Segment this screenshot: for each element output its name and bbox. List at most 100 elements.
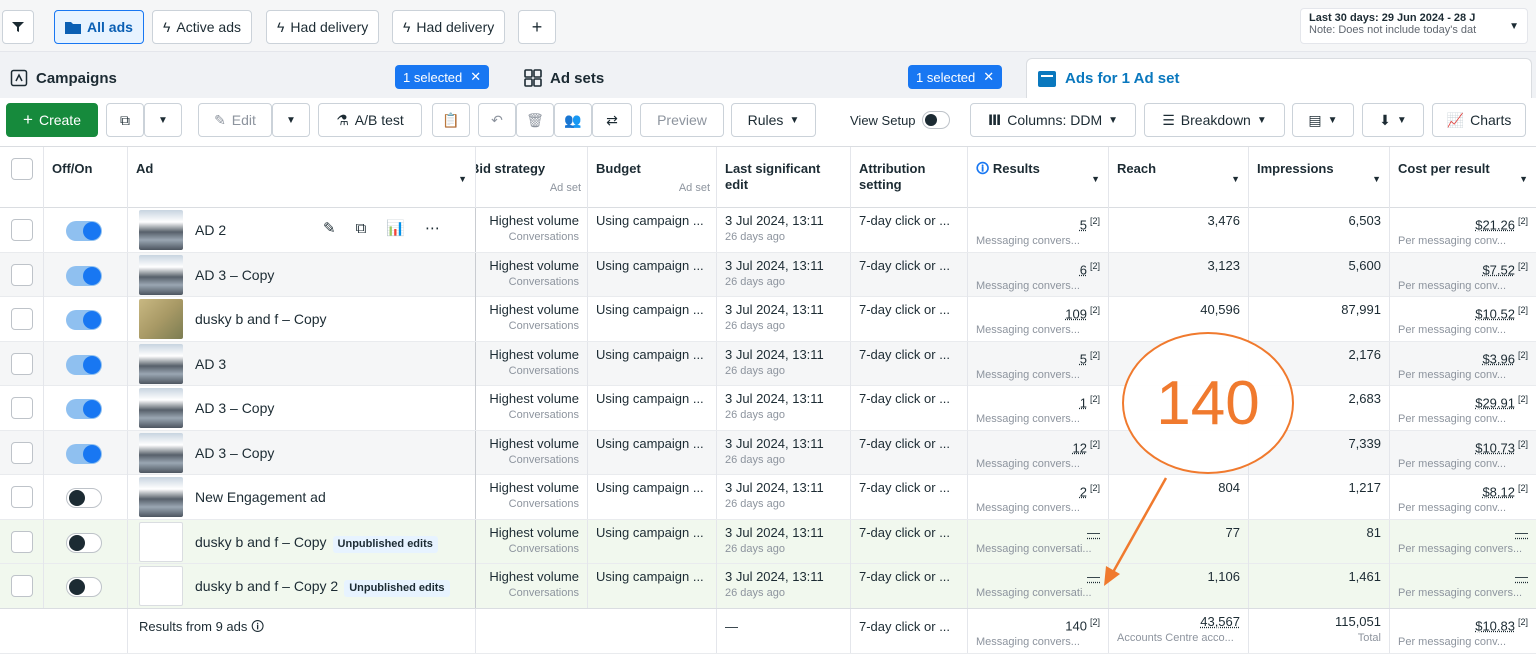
ad-name[interactable]: AD 3: [195, 355, 226, 373]
header-cost-per-result[interactable]: Cost per result ▼: [1390, 147, 1536, 208]
rules-button[interactable]: Rules ▼: [731, 103, 816, 137]
had-delivery-filter-2[interactable]: ϟ Had delivery: [392, 10, 506, 44]
reports-button[interactable]: ▤ ▼: [1292, 103, 1354, 137]
filter-button[interactable]: [2, 10, 34, 44]
cpr-value[interactable]: $7.52: [1482, 262, 1515, 277]
audience-button[interactable]: 👥: [554, 103, 592, 137]
header-reach[interactable]: Reach ▼: [1109, 147, 1249, 208]
clipboard-button[interactable]: 📋: [432, 103, 470, 137]
active-ads-filter[interactable]: ϟ Active ads: [152, 10, 253, 44]
ad-name[interactable]: dusky b and f – Copy 2 Unpublished edits: [195, 577, 450, 597]
row-checkbox[interactable]: [11, 219, 33, 241]
view-setup-toggle[interactable]: [921, 111, 950, 129]
header-off-on[interactable]: Off/On: [44, 147, 128, 208]
header-ad[interactable]: Ad ▼: [128, 147, 476, 208]
results-value[interactable]: 1: [1080, 395, 1087, 410]
table-row[interactable]: New Engagement ad Highest volume Convers…: [0, 475, 1536, 520]
had-delivery-filter-1[interactable]: ϟ Had delivery: [266, 10, 380, 44]
results-value[interactable]: 109: [1065, 306, 1087, 321]
table-row[interactable]: AD 3 Highest volume Conversations Using …: [0, 341, 1536, 386]
tab-campaigns[interactable]: Campaigns: [0, 58, 127, 98]
results-value[interactable]: 2: [1080, 484, 1087, 499]
duplicate-menu-button[interactable]: ▼: [144, 103, 182, 137]
header-results[interactable]: 🛈 Results ▼: [968, 147, 1109, 208]
delivery-toggle[interactable]: [66, 577, 102, 597]
tab-ad-sets[interactable]: Ad sets: [514, 58, 614, 98]
cpr-value[interactable]: $8.12: [1482, 484, 1515, 499]
undo-button[interactable]: ↶: [478, 103, 516, 137]
tab-ads[interactable]: Ads for 1 Ad set: [1026, 58, 1532, 98]
preview-button[interactable]: Preview: [640, 103, 724, 137]
charts-button[interactable]: 📈 Charts: [1432, 103, 1526, 137]
header-bid-strategy[interactable]: Bid strategy Ad set: [476, 147, 588, 208]
ad-name[interactable]: AD 3 – Copy: [195, 399, 274, 417]
ad-name[interactable]: AD 2: [195, 221, 226, 239]
share-button[interactable]: ⇄: [592, 103, 632, 137]
header-last-edit[interactable]: Last significant edit: [717, 147, 851, 208]
duplicate-button[interactable]: ⧉: [106, 103, 144, 137]
header-attribution[interactable]: Attribution setting: [851, 147, 968, 208]
bar-chart-icon[interactable]: 📊: [386, 220, 405, 238]
columns-button[interactable]: Ⅲ Columns: DDM ▼: [970, 103, 1136, 137]
more-icon[interactable]: ⋯: [425, 220, 440, 238]
ab-test-button[interactable]: ⚗ A/B test: [318, 103, 422, 137]
row-checkbox[interactable]: [11, 530, 33, 553]
cpr-value[interactable]: $10.73: [1475, 440, 1515, 455]
delivery-toggle[interactable]: [66, 221, 102, 241]
delivery-toggle[interactable]: [66, 532, 102, 553]
duplicate-icon[interactable]: ⧉: [356, 220, 367, 238]
row-checkbox[interactable]: [11, 397, 33, 419]
select-all-checkbox[interactable]: [11, 158, 33, 180]
results-value[interactable]: 5: [1080, 217, 1087, 232]
close-icon[interactable]: ✕: [983, 69, 994, 85]
ad-name[interactable]: dusky b and f – Copy: [195, 310, 327, 328]
ad-name[interactable]: AD 3 – Copy: [195, 266, 274, 284]
delivery-toggle[interactable]: [66, 399, 102, 419]
table-row[interactable]: AD 2 ✎ ⧉ 📊 ⋯ Highest volume Conversation…: [0, 208, 1536, 253]
export-button[interactable]: ⬇ ▼: [1362, 103, 1424, 137]
table-row[interactable]: AD 3 – Copy Highest volume Conversations…: [0, 430, 1536, 475]
results-value[interactable]: 6: [1080, 262, 1087, 277]
add-filter-button[interactable]: +: [518, 10, 556, 44]
header-impressions[interactable]: Impressions ▼: [1249, 147, 1390, 208]
header-budget[interactable]: Budget Ad set: [588, 147, 717, 208]
table-row[interactable]: dusky b and f – Copy Unpublished edits Hi…: [0, 519, 1536, 564]
row-checkbox[interactable]: [11, 486, 33, 508]
row-checkbox[interactable]: [11, 352, 33, 375]
edit-button[interactable]: ✎ Edit: [198, 103, 272, 137]
results-value[interactable]: 5: [1080, 351, 1087, 366]
row-checkbox[interactable]: [11, 263, 33, 286]
ad-name[interactable]: AD 3 – Copy: [195, 444, 274, 462]
table-row[interactable]: AD 3 – Copy Highest volume Conversations…: [0, 252, 1536, 297]
row-checkbox[interactable]: [11, 308, 33, 330]
all-ads-filter[interactable]: All ads: [54, 10, 144, 44]
delivery-toggle[interactable]: [66, 354, 102, 375]
cpr-value[interactable]: —: [1515, 525, 1528, 540]
cpr-value[interactable]: $21.26: [1475, 217, 1515, 232]
pencil-icon[interactable]: ✎: [323, 220, 336, 238]
delivery-toggle[interactable]: [66, 488, 102, 508]
results-value[interactable]: —: [1087, 525, 1100, 540]
campaigns-selected-pill[interactable]: 1 selected ✕: [395, 65, 490, 89]
cpr-value[interactable]: $3.96: [1482, 351, 1515, 366]
close-icon[interactable]: ✕: [470, 69, 481, 85]
edit-menu-button[interactable]: ▼: [272, 103, 310, 137]
cpr-value[interactable]: $10.52: [1475, 306, 1515, 321]
table-row[interactable]: dusky b and f – Copy 2 Unpublished edits …: [0, 564, 1536, 609]
table-row[interactable]: AD 3 – Copy Highest volume Conversations…: [0, 386, 1536, 431]
row-checkbox[interactable]: [11, 575, 33, 597]
delivery-toggle[interactable]: [66, 310, 102, 330]
cpr-value[interactable]: —: [1515, 569, 1528, 584]
delivery-toggle[interactable]: [66, 265, 102, 286]
ad-name[interactable]: New Engagement ad: [195, 488, 326, 506]
breakdown-button[interactable]: ☰ Breakdown ▼: [1144, 103, 1285, 137]
cpr-value[interactable]: $29.91: [1475, 395, 1515, 410]
ad-name[interactable]: dusky b and f – Copy Unpublished edits: [195, 533, 438, 553]
delete-button[interactable]: 🗑: [516, 103, 554, 137]
results-value[interactable]: 12: [1073, 440, 1087, 455]
row-checkbox[interactable]: [11, 441, 33, 464]
adsets-selected-pill[interactable]: 1 selected ✕: [908, 65, 1003, 89]
table-row[interactable]: dusky b and f – Copy Highest volume Conv…: [0, 297, 1536, 342]
results-value[interactable]: —: [1087, 569, 1100, 584]
delivery-toggle[interactable]: [66, 443, 102, 464]
